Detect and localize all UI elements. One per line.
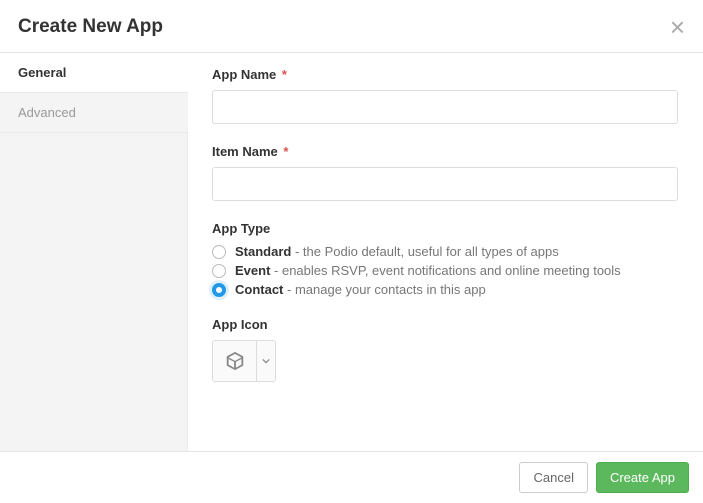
label-text: App Name [212, 67, 276, 82]
radio-option-contact[interactable]: Contact - manage your contacts in this a… [212, 282, 679, 297]
radio-option-event[interactable]: Event - enables RSVP, event notification… [212, 263, 679, 278]
dialog-body: General Advanced App Name * Item Name [0, 53, 703, 451]
item-name-input[interactable] [212, 167, 678, 201]
dialog-footer: Cancel Create App [0, 451, 703, 503]
radio-option-desc: - the Podio default, useful for all type… [291, 244, 558, 259]
radio-option-name: Event [235, 263, 270, 278]
required-mark: * [283, 144, 288, 159]
field-app-icon: App Icon [212, 317, 679, 382]
sidebar-item-label: General [18, 65, 66, 80]
sidebar: General Advanced [0, 53, 188, 451]
radio-option-desc: - enables RSVP, event notifications and … [270, 263, 620, 278]
radio-label: Event - enables RSVP, event notification… [235, 263, 621, 278]
app-type-label: App Type [212, 221, 679, 236]
create-app-dialog: Create New App × General Advanced App Na… [0, 0, 703, 503]
app-type-radio-group: Standard - the Podio default, useful for… [212, 244, 679, 297]
radio-icon [212, 264, 226, 278]
app-name-label: App Name * [212, 67, 679, 82]
radio-option-name: Standard [235, 244, 291, 259]
radio-option-desc: - manage your contacts in this app [283, 282, 485, 297]
create-app-button[interactable]: Create App [596, 462, 689, 493]
field-app-name: App Name * [212, 67, 679, 124]
sidebar-item-label: Advanced [18, 105, 76, 120]
cube-icon [224, 350, 246, 372]
radio-icon [212, 283, 226, 297]
sidebar-item-general[interactable]: General [0, 53, 188, 92]
chevron-down-icon [262, 357, 270, 365]
app-icon-preview [213, 341, 257, 381]
dialog-title: Create New App [18, 16, 163, 38]
app-icon-picker[interactable] [212, 340, 276, 382]
label-text: Item Name [212, 144, 278, 159]
radio-label: Standard - the Podio default, useful for… [235, 244, 559, 259]
close-icon[interactable]: × [670, 14, 685, 40]
cancel-button[interactable]: Cancel [519, 462, 587, 493]
radio-label: Contact - manage your contacts in this a… [235, 282, 486, 297]
app-icon-dropdown-toggle[interactable] [257, 341, 275, 381]
dialog-header: Create New App × [0, 0, 703, 52]
item-name-label: Item Name * [212, 144, 679, 159]
required-mark: * [282, 67, 287, 82]
sidebar-item-advanced[interactable]: Advanced [0, 92, 188, 133]
radio-icon [212, 245, 226, 259]
form-panel: App Name * Item Name * App Type [188, 53, 703, 451]
radio-option-standard[interactable]: Standard - the Podio default, useful for… [212, 244, 679, 259]
app-name-input[interactable] [212, 90, 678, 124]
field-item-name: Item Name * [212, 144, 679, 201]
app-icon-label: App Icon [212, 317, 679, 332]
radio-option-name: Contact [235, 282, 283, 297]
field-app-type: App Type Standard - the Podio default, u… [212, 221, 679, 297]
sidebar-filler [0, 133, 188, 451]
